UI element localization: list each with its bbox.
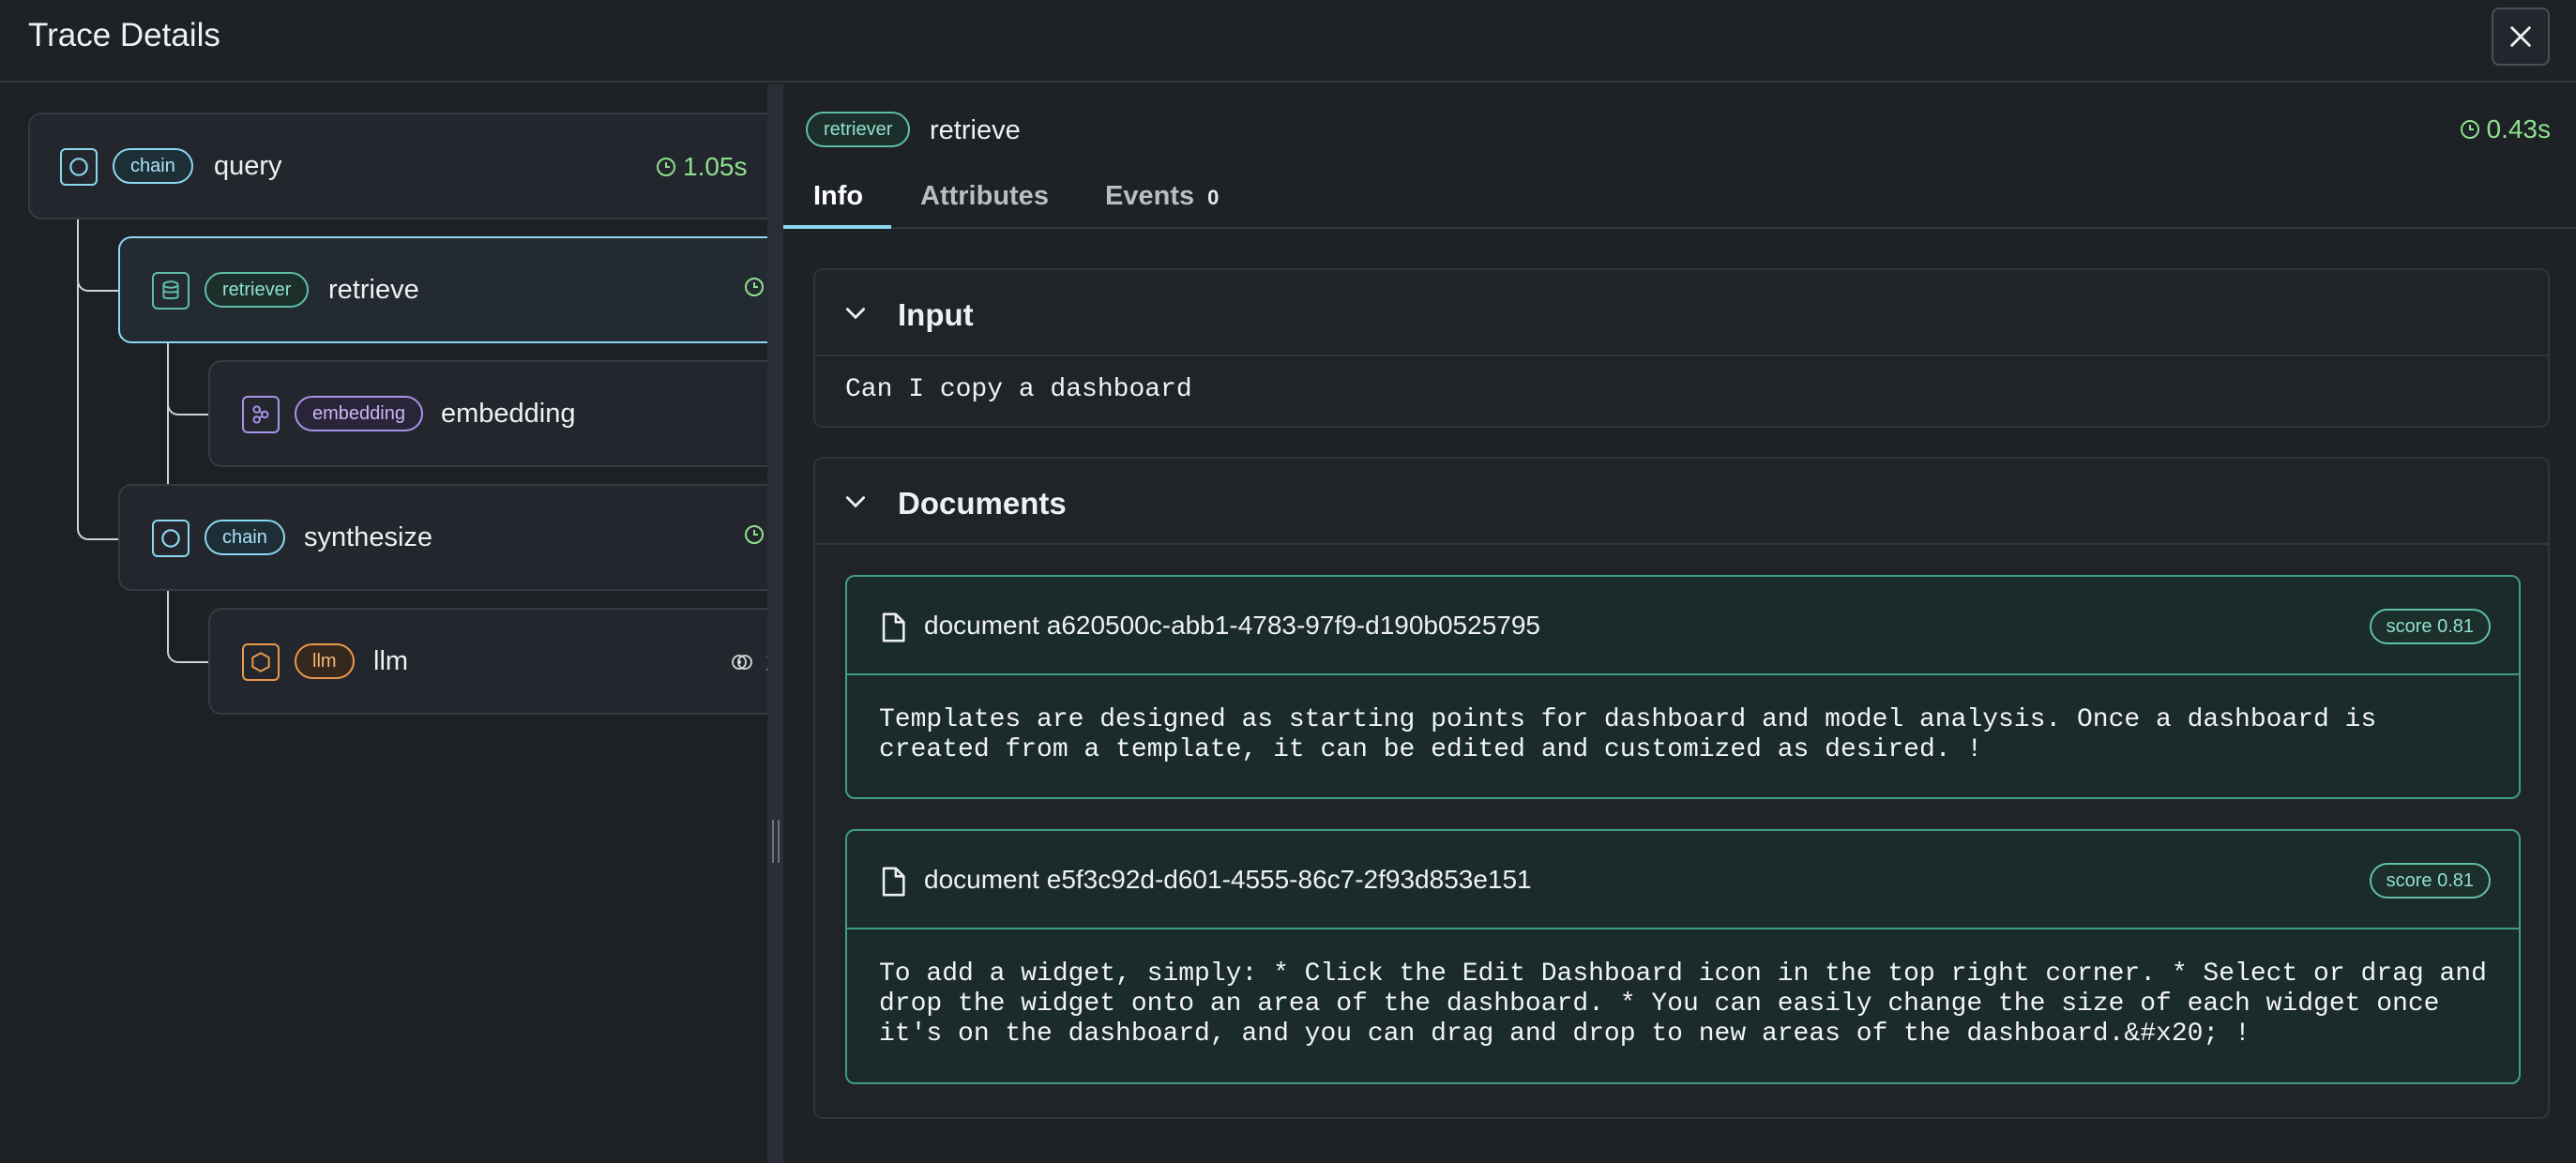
file-icon — [882, 612, 905, 642]
chevron-down-icon — [845, 308, 866, 320]
tab-bar: Info Attributes Events 0 — [783, 176, 2576, 229]
kind-badge: chain — [113, 148, 193, 184]
clock-icon — [745, 525, 764, 544]
tree-item-llm[interactable]: llm llm 2 — [208, 608, 769, 715]
tree-item-embedding[interactable]: embedding embedding — [208, 360, 769, 467]
file-icon — [882, 867, 905, 897]
document-title: document a620500c-abb1-4783-97f9-d190b05… — [924, 611, 1540, 640]
kind-badge: chain — [205, 520, 285, 555]
token-count: 2 — [724, 647, 769, 677]
span-name: llm — [373, 646, 409, 676]
document-header: document a620500c-abb1-4783-97f9-d190b05… — [847, 577, 2519, 675]
document-card: document a620500c-abb1-4783-97f9-d190b05… — [845, 575, 2521, 799]
resize-grip-icon — [772, 820, 780, 863]
tab-info[interactable]: Info — [783, 176, 891, 229]
panel-title: Input — [898, 297, 974, 332]
kind-badge: retriever — [205, 272, 310, 308]
kind-badge: retriever — [806, 112, 911, 147]
kind-badge: llm — [295, 643, 355, 679]
score-badge: score 0.81 — [2369, 609, 2491, 644]
latency: 1.05s — [655, 152, 748, 182]
span-name: embedding — [441, 399, 576, 429]
span-name: synthesize — [304, 522, 433, 552]
document-content: To add a widget, simply: * Click the Edi… — [879, 959, 2503, 1049]
tab-label: Attributes — [920, 181, 1049, 211]
clock-icon — [2460, 120, 2479, 139]
latency-value: 0.43s — [2486, 114, 2552, 143]
documents-panel-header[interactable]: Documents — [815, 459, 2548, 545]
input-panel: Input Can I copy a dashboard — [813, 268, 2550, 428]
circle-icon — [152, 520, 189, 557]
tab-label: Events — [1105, 181, 1195, 211]
document-title: document e5f3c92d-d601-4555-86c7-2f93d85… — [924, 865, 1532, 894]
panel-title: Documents — [898, 486, 1067, 521]
tab-count: 0 — [1207, 186, 1220, 209]
documents-panel: Documents document a620500c-abb1-4783-97… — [813, 457, 2550, 1119]
close-icon — [2510, 26, 2531, 47]
close-button[interactable] — [2492, 8, 2550, 66]
dialog-title: Trace Details — [28, 17, 220, 53]
molecule-icon — [242, 396, 280, 433]
circle-icon — [60, 148, 98, 186]
input-value: Can I copy a dashboard — [845, 375, 1192, 404]
span-name: retrieve — [328, 275, 419, 305]
score-badge: score 0.81 — [2369, 863, 2491, 899]
input-panel-header[interactable]: Input — [815, 270, 2548, 356]
tab-label: Info — [813, 181, 864, 211]
document-card: document e5f3c92d-d601-4555-86c7-2f93d85… — [845, 829, 2521, 1084]
span-detail-pane: retriever retrieve 0.43s Info Attributes… — [783, 84, 2576, 1163]
pane-resize-handle[interactable] — [767, 84, 783, 1163]
span-tree: chain query 1.05s retriever retrieve emb… — [0, 84, 769, 1163]
database-icon — [152, 272, 189, 310]
dialog-header: Trace Details — [0, 0, 2576, 83]
document-content: Templates are designed as starting point… — [879, 705, 2393, 764]
tree-item-retrieve[interactable]: retriever retrieve — [118, 236, 769, 343]
tab-attributes[interactable]: Attributes — [920, 176, 1049, 229]
latency-value: 1.05s — [683, 152, 748, 181]
tab-events[interactable]: Events 0 — [1105, 176, 1219, 229]
latency: 0.43s — [2459, 114, 2552, 144]
clock-icon — [745, 278, 764, 296]
latency — [743, 523, 765, 546]
hexagon-icon — [242, 643, 280, 681]
kind-badge: embedding — [295, 396, 423, 431]
tree-item-synthesize[interactable]: chain synthesize — [118, 484, 769, 591]
chevron-down-icon — [845, 496, 866, 508]
document-header: document e5f3c92d-d601-4555-86c7-2f93d85… — [847, 831, 2519, 929]
tokens-icon — [732, 655, 752, 670]
span-title: retrieve — [930, 115, 1021, 145]
clock-icon — [657, 158, 675, 176]
latency — [743, 276, 765, 298]
tree-item-query[interactable]: chain query 1.05s — [28, 113, 769, 219]
span-name: query — [214, 151, 282, 181]
